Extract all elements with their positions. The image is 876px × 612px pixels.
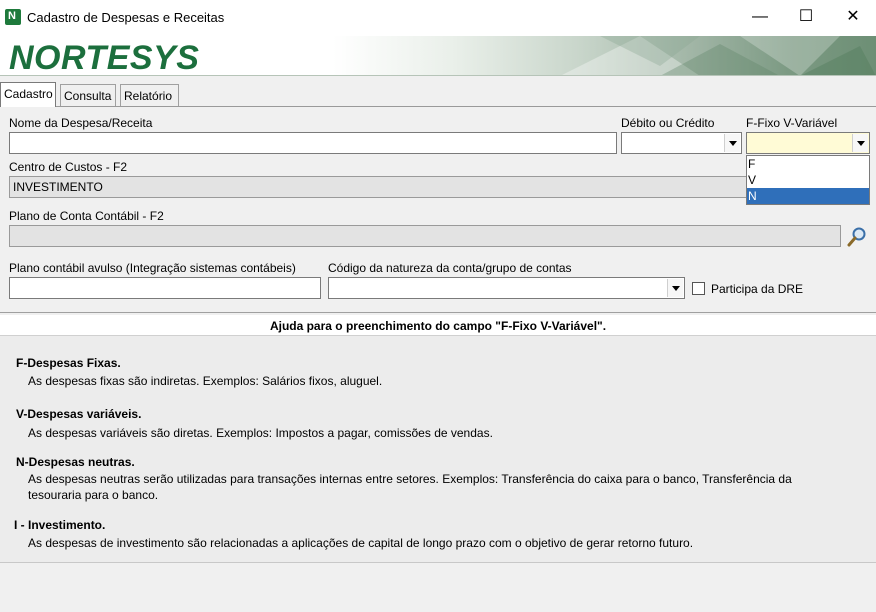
debito-credito-select[interactable] [621, 132, 742, 154]
help-header: Ajuda para o preenchimento do campo "F-F… [0, 316, 876, 336]
participa-dre-label: Participa da DRE [711, 282, 804, 296]
bottom-divider [0, 562, 876, 563]
maximize-button[interactable]: ☐ [783, 0, 829, 34]
help-section-title: N-Despesas neutras. [16, 455, 135, 469]
tab-cadastro[interactable]: Cadastro [0, 82, 56, 107]
codigo-natureza-select[interactable] [328, 277, 685, 299]
dropdown-option-v[interactable]: V [747, 172, 869, 188]
tab-consulta[interactable]: Consulta [60, 84, 116, 106]
fixo-variavel-select[interactable] [746, 132, 870, 154]
app-icon [5, 9, 21, 25]
help-section-text: As despesas fixas são indiretas. Exemplo… [28, 374, 383, 388]
close-button[interactable]: ✕ [830, 0, 876, 34]
fixo-variavel-label: F-Fixo V-Variável [746, 116, 838, 130]
dropdown-option-n[interactable]: N [747, 188, 869, 204]
help-section-text: As despesas variáveis são diretas. Exemp… [28, 426, 493, 440]
nortesys-logo: NORTESYS [9, 39, 200, 76]
nome-input[interactable] [9, 132, 617, 154]
codigo-natureza-label: Código da natureza da conta/grupo de con… [328, 261, 572, 275]
centro-custos-field[interactable]: INVESTIMENTO [9, 176, 749, 198]
tab-relatorio[interactable]: Relatório [120, 84, 179, 106]
help-section-title: I - Investimento. [14, 518, 106, 532]
title-bar: Cadastro de Despesas e Receitas — ☐ ✕ [0, 0, 876, 36]
dropdown-option-f[interactable]: F [747, 156, 869, 172]
search-icon[interactable] [846, 226, 868, 248]
help-section-text: As despesas de investimento são relacion… [28, 536, 694, 550]
help-section-title: F-Despesas Fixas. [16, 356, 121, 370]
chevron-down-icon[interactable] [667, 279, 683, 297]
minimize-button[interactable]: — [737, 0, 783, 34]
plano-conta-field[interactable] [9, 225, 841, 247]
nome-label: Nome da Despesa/Receita [9, 116, 153, 130]
chevron-down-icon[interactable] [852, 134, 868, 152]
debito-credito-label: Débito ou Crédito [621, 116, 715, 130]
centro-custos-label: Centro de Custos - F2 [9, 160, 128, 174]
help-section-text: As despesas neutras serão utilizadas par… [28, 472, 792, 502]
tab-strip: Cadastro Consulta Relatório [0, 82, 876, 107]
plano-avulso-input[interactable] [9, 277, 321, 299]
fixo-variavel-dropdown-list[interactable]: F V N [746, 155, 870, 205]
window-title: Cadastro de Despesas e Receitas [27, 10, 225, 25]
help-section-title: V-Despesas variáveis. [16, 407, 142, 421]
participa-dre-checkbox[interactable] [692, 282, 705, 295]
plano-avulso-label: Plano contábil avulso (Integração sistem… [9, 261, 296, 275]
brand-banner: NORTESYS [0, 36, 876, 76]
chevron-down-icon[interactable] [724, 134, 740, 152]
plano-conta-label: Plano de Conta Contábil - F2 [9, 209, 164, 223]
